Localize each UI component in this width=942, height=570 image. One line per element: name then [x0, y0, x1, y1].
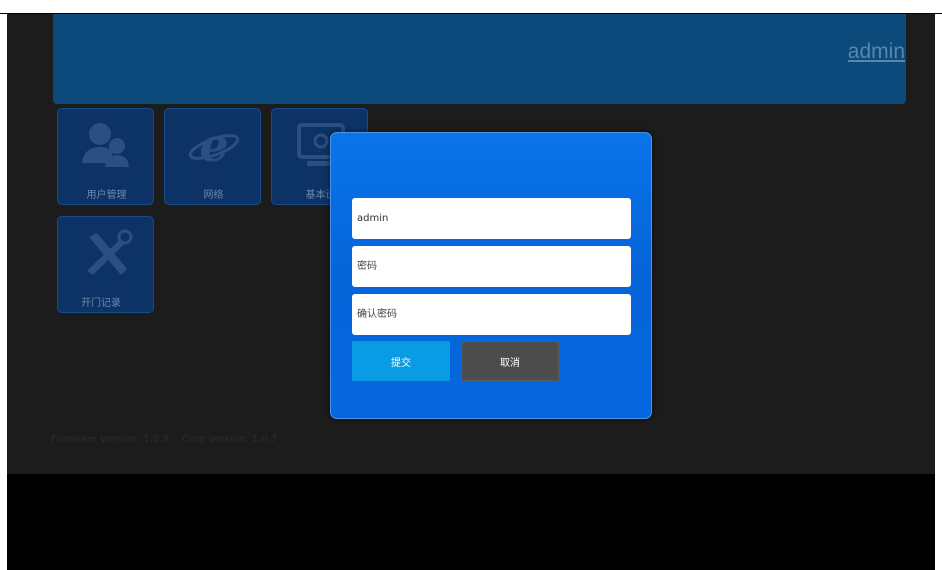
password-field[interactable]: [352, 246, 631, 287]
username-field[interactable]: [352, 198, 631, 239]
submit-button[interactable]: 提交: [352, 341, 450, 381]
change-password-dialog: 提交 取消: [330, 132, 652, 419]
cancel-button[interactable]: 取消: [461, 341, 559, 381]
confirm-password-field[interactable]: [352, 294, 631, 335]
